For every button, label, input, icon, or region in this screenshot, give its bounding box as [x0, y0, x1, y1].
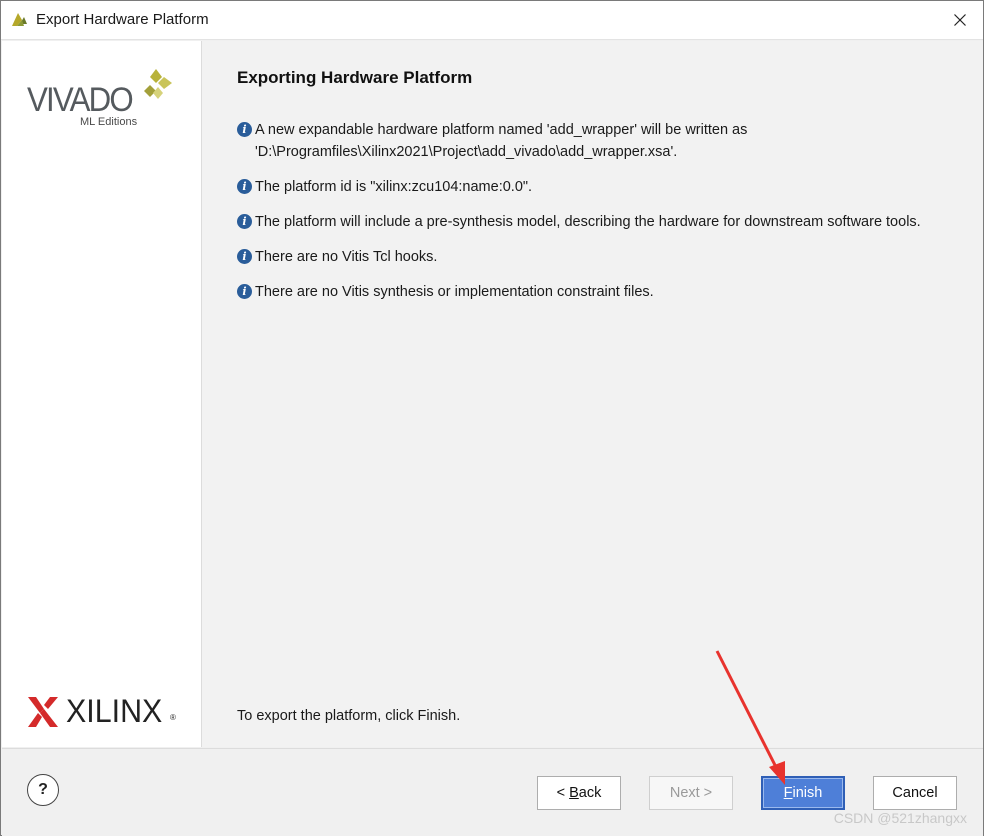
xilinx-mark-icon [28, 697, 58, 727]
export-hardware-platform-dialog: Export Hardware Platform VIVADO ML Editi… [0, 0, 984, 836]
back-button-mnemonic: B [569, 785, 579, 801]
info-message: i A new expandable hardware platform nam… [237, 119, 747, 163]
info-text: The platform will include a pre-synthesi… [255, 214, 921, 230]
instruction-text: To export the platform, click Finish. [237, 708, 461, 724]
help-button[interactable]: ? [27, 774, 59, 806]
vivado-logo: VIVADO ML Editions [24, 65, 180, 133]
registered-mark: ® [170, 713, 176, 722]
watermark: CSDN @521zhangxx [833, 810, 967, 826]
info-message: i There are no Vitis Tcl hooks. [237, 246, 437, 268]
sidebar: VIVADO ML Editions XILINX ® [2, 41, 202, 747]
info-icon: i [237, 179, 252, 194]
page-title: Exporting Hardware Platform [237, 68, 473, 87]
info-icon: i [237, 249, 252, 264]
info-icon: i [237, 214, 252, 229]
info-message: i The platform will include a pre-synthe… [237, 211, 921, 233]
vivado-app-icon [12, 13, 27, 26]
cancel-button[interactable]: Cancel [873, 776, 957, 810]
back-button-rest: ack [578, 785, 602, 801]
next-button[interactable]: Next > [649, 776, 733, 810]
back-button-prefix: < [556, 785, 570, 801]
info-message: i There are no Vitis synthesis or implem… [237, 281, 654, 303]
vivado-logo-text: VIVADO [27, 81, 134, 119]
info-text: There are no Vitis Tcl hooks. [255, 249, 438, 265]
back-button[interactable]: < Back [537, 776, 621, 810]
vivado-mark-icon [144, 69, 172, 99]
vivado-edition-label: ML Editions [80, 116, 138, 128]
xilinx-logo: XILINX ® [24, 691, 184, 731]
title-bar: Export Hardware Platform [1, 1, 983, 40]
close-button[interactable] [937, 1, 983, 39]
info-message: i The platform id is "xilinx:zcu104:name… [237, 176, 532, 198]
window-title: Export Hardware Platform [36, 11, 209, 28]
close-icon [954, 14, 966, 26]
finish-button-rest: inish [792, 785, 823, 801]
finish-button[interactable]: Finish [761, 776, 845, 810]
info-icon: i [237, 122, 252, 137]
info-icon: i [237, 284, 252, 299]
button-bar: ? < Back Next > Finish Cancel CSDN @521z… [2, 748, 983, 836]
finish-button-mnemonic: F [783, 785, 793, 801]
info-text: A new expandable hardware platform named… [255, 122, 748, 138]
info-text: 'D:\Programfiles\Xilinx2021\Project\add_… [255, 144, 678, 160]
xilinx-logo-text: XILINX [66, 693, 163, 729]
info-text: The platform id is "xilinx:zcu104:name:0… [255, 179, 533, 195]
info-text: There are no Vitis synthesis or implemen… [255, 284, 654, 300]
content-panel: Exporting Hardware Platform i A new expa… [202, 41, 983, 747]
